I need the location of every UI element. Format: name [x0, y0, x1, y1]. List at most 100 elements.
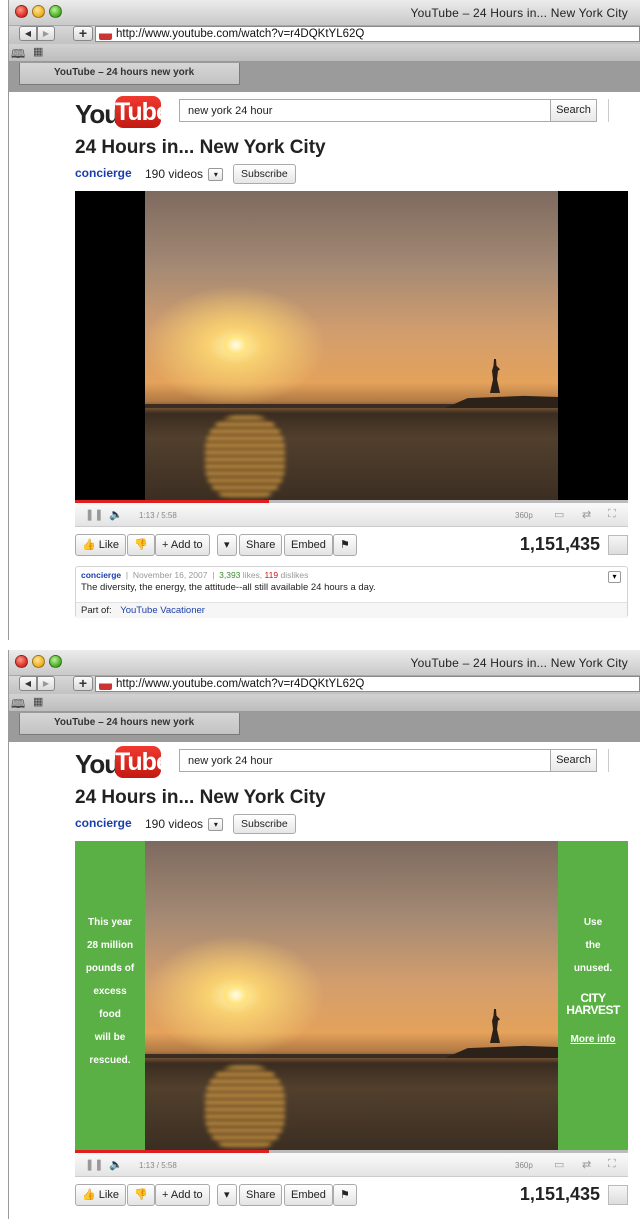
thumbs-down-icon: 👎 — [134, 1189, 148, 1201]
volume-icon[interactable]: 🔈 — [109, 1158, 123, 1171]
uploader-link[interactable]: concierge — [81, 570, 121, 580]
action-bar: 👍 Like 👎 + Add to ▾ Share Embed ⚑ 1,151,… — [75, 534, 628, 558]
pause-icon[interactable]: ❚❚ — [85, 508, 103, 521]
search-button[interactable]: Search — [550, 100, 596, 121]
subscribe-button[interactable]: Subscribe — [233, 164, 296, 184]
water-reflection — [205, 416, 285, 500]
forward-button[interactable]: ▶ — [37, 26, 55, 41]
popout-icon[interactable]: ▭ — [554, 1158, 564, 1171]
caret-down-icon: ▾ — [224, 539, 230, 551]
liberty-island — [445, 395, 558, 408]
close-window-button[interactable] — [15, 5, 28, 18]
add-bookmark-button[interactable]: + — [73, 26, 93, 41]
add-to-button[interactable]: + Add to — [155, 534, 210, 556]
video-player[interactable]: This year 28 million pounds of excess fo… — [75, 841, 628, 1150]
ad-left-line: will be — [94, 1032, 126, 1043]
like-label: Like — [98, 539, 119, 551]
divider — [608, 749, 609, 772]
ad-right-line: Use — [583, 917, 603, 928]
player-controls: ❚❚ 🔈 1:13 / 5:58 360p ▭ ⇄ ⛶ — [75, 1153, 628, 1177]
flag-button[interactable]: ⚑ — [333, 534, 357, 556]
youtube-logo[interactable]: You Tube — [75, 96, 170, 130]
search-input[interactable] — [180, 100, 550, 121]
stats-chart-icon[interactable] — [608, 1185, 628, 1205]
share-button[interactable]: Share — [239, 1184, 283, 1206]
add-to-button[interactable]: + Add to — [155, 1184, 210, 1206]
tab-youtube[interactable]: YouTube – 24 hours new york — [19, 713, 240, 735]
flag-button[interactable]: ⚑ — [333, 1184, 357, 1206]
tab-youtube[interactable]: YouTube – 24 hours new york — [19, 63, 240, 85]
window-title: YouTube – 24 Hours in... New York City — [410, 6, 628, 20]
add-bookmark-button[interactable]: + — [73, 676, 93, 691]
channel-link[interactable]: concierge — [75, 816, 132, 830]
search-button[interactable]: Search — [550, 750, 596, 771]
chevron-down-icon[interactable]: ▾ — [608, 571, 621, 583]
pause-icon[interactable]: ❚❚ — [85, 1158, 103, 1171]
top-sites-grid-icon[interactable]: ▦ — [33, 695, 43, 708]
youtube-logo[interactable]: You Tube — [75, 746, 170, 780]
time-display: 1:13 / 5:58 — [139, 1161, 177, 1170]
zoom-window-button[interactable] — [49, 5, 62, 18]
dislike-button[interactable]: 👎 — [127, 1184, 155, 1206]
add-to-dropdown[interactable]: ▾ — [217, 1184, 237, 1206]
fullscreen-icon[interactable]: ⛶ — [608, 508, 616, 521]
flag-icon: ⚑ — [340, 1189, 350, 1201]
add-to-dropdown[interactable]: ▾ — [217, 534, 237, 556]
upload-date: November 16, 2007 — [132, 570, 208, 580]
expand-icon[interactable]: ⇄ — [582, 1158, 591, 1171]
forward-button[interactable]: ▶ — [37, 676, 55, 691]
bookmarks-bar: 🕮 ▦ — [9, 44, 640, 62]
toolbar: ◀ ▶ + http://www.youtube.com/watch?v=r4D… — [9, 676, 640, 694]
chevron-down-icon[interactable]: ▾ — [208, 818, 224, 832]
embed-button[interactable]: Embed — [284, 1184, 333, 1206]
video-count-label: 190 videos — [145, 167, 204, 181]
address-bar[interactable]: http://www.youtube.com/watch?v=r4DQKtYL6… — [95, 26, 640, 42]
like-button[interactable]: 👍 Like — [75, 1184, 126, 1206]
back-button[interactable]: ◀ — [19, 26, 37, 41]
subscribe-button[interactable]: Subscribe — [233, 814, 296, 834]
expand-icon[interactable]: ⇄ — [582, 508, 591, 521]
ad-left-line: 28 million — [86, 940, 134, 951]
ad-right-line: unused. — [573, 963, 613, 974]
ad-left-line: rescued. — [89, 1055, 131, 1066]
address-url: http://www.youtube.com/watch?v=r4DQKtYL6… — [116, 28, 365, 40]
ad-panel-left[interactable]: This year 28 million pounds of excess fo… — [75, 841, 145, 1150]
like-button[interactable]: 👍 Like — [75, 534, 126, 556]
video-count: 190 videos ▾ — [145, 165, 224, 183]
tab-bar: YouTube – 24 hours new york — [9, 62, 640, 92]
player-controls: ❚❚ 🔈 1:13 / 5:58 360p ▭ ⇄ ⛶ — [75, 503, 628, 527]
address-bar[interactable]: http://www.youtube.com/watch?v=r4DQKtYL6… — [95, 676, 640, 692]
playlist-link[interactable]: YouTube Vacationer — [120, 605, 205, 616]
zoom-window-button[interactable] — [49, 655, 62, 668]
share-button[interactable]: Share — [239, 534, 283, 556]
fullscreen-icon[interactable]: ⛶ — [608, 1158, 616, 1171]
water-reflection — [205, 1066, 285, 1150]
channel-link[interactable]: concierge — [75, 166, 132, 180]
minimize-window-button[interactable] — [32, 655, 45, 668]
embed-button[interactable]: Embed — [284, 534, 333, 556]
quality-selector[interactable]: 360p — [515, 1161, 533, 1170]
statue-of-liberty — [490, 359, 500, 393]
dislikes-label: dislikes — [280, 570, 309, 580]
stats-chart-icon[interactable] — [608, 535, 628, 555]
like-label: Like — [98, 1189, 119, 1201]
chevron-down-icon[interactable]: ▾ — [208, 168, 224, 182]
window-controls — [15, 655, 62, 668]
search-input[interactable] — [180, 750, 550, 771]
volume-icon[interactable]: 🔈 — [109, 508, 123, 521]
flag-icon: ⚑ — [340, 539, 350, 551]
popout-icon[interactable]: ▭ — [554, 508, 564, 521]
minimize-window-button[interactable] — [32, 5, 45, 18]
close-window-button[interactable] — [15, 655, 28, 668]
top-sites-grid-icon[interactable]: ▦ — [33, 45, 43, 58]
dislike-button[interactable]: 👎 — [127, 534, 155, 556]
video-player[interactable] — [75, 191, 628, 500]
quality-selector[interactable]: 360p — [515, 511, 533, 520]
more-info-link[interactable]: More info — [558, 1028, 628, 1051]
ad-panel-right[interactable]: Use the unused. CITY HARVEST More info — [558, 841, 628, 1150]
view-count: 1,151,435 — [519, 534, 600, 554]
upload-info: concierge | November 16, 2007 | 3,393 li… — [81, 570, 309, 580]
video-count-label: 190 videos — [145, 817, 204, 831]
video-description: The diversity, the energy, the attitude-… — [81, 582, 376, 593]
back-button[interactable]: ◀ — [19, 676, 37, 691]
